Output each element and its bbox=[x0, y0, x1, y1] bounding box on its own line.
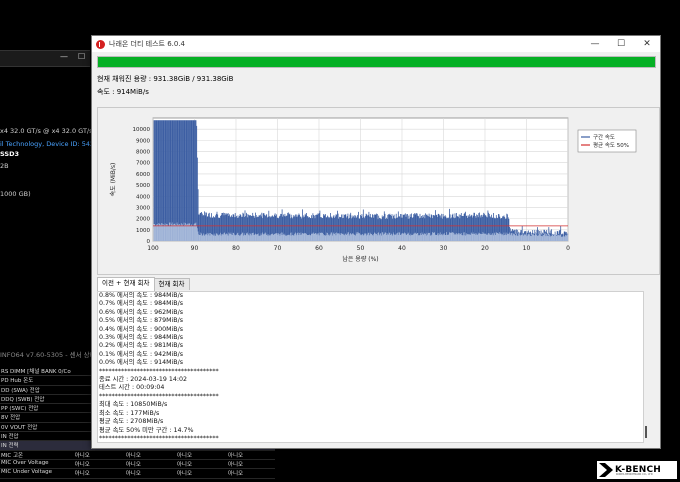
sensor-label: MIC 고온 bbox=[1, 452, 24, 459]
log-line: 0.6% 에서의 속도 : 962MiB/s bbox=[99, 308, 184, 316]
y-axis-label: 속도 (MiB/s) bbox=[109, 163, 117, 197]
result-log[interactable]: 0.8% 에서의 속도 : 984MiB/s 0.7% 에서의 속도 : 984M… bbox=[97, 291, 644, 443]
background-info-line: SSD3 bbox=[0, 150, 19, 158]
x-tick-label: 50 bbox=[357, 245, 365, 252]
background-sensor-caption: INFO64 v7.60-5305 - 센서 상태 bbox=[0, 351, 96, 359]
sensor-value: 아니오 bbox=[74, 461, 90, 468]
log-line: 종료 시간 : 2024-03-19 14:02 bbox=[99, 376, 188, 384]
background-maximize-button[interactable]: ☐ bbox=[78, 52, 85, 61]
x-tick-label: 100 bbox=[147, 245, 159, 252]
log-line: 최소 속도 : 177MiB/s bbox=[99, 409, 160, 417]
background-window-strip bbox=[0, 50, 90, 67]
log-line: 0.7% 에서의 속도 : 984MiB/s bbox=[99, 300, 184, 308]
log-line: 0.1% 에서의 속도 : 942MiB/s bbox=[99, 350, 184, 358]
background-sensor-row[interactable]: MIC 고온 아니오 아니오 아니오 아니오 bbox=[0, 451, 275, 460]
x-tick-label: 70 bbox=[274, 245, 282, 252]
y-tick-label: 7000 bbox=[136, 161, 150, 167]
sensor-label: MIC Under Voltage bbox=[1, 469, 52, 476]
dirty-test-window: 나래온 더티 테스트 6.0.4 — ☐ ✕ 현재 채워진 용량 : 931.3… bbox=[91, 35, 661, 449]
sensor-value: 아니오 bbox=[176, 461, 193, 468]
sensor-label: 8V 전압 bbox=[1, 415, 21, 422]
log-line: ************************************** bbox=[99, 392, 219, 400]
sensor-label: MIC Over Voltage bbox=[1, 459, 49, 466]
sensor-label: 0V VOUT 전압 bbox=[1, 424, 38, 431]
y-tick-label: 1000 bbox=[136, 228, 150, 234]
log-line: 평균 속도 50% 미만 구간 : 14.7% bbox=[99, 426, 194, 434]
y-tick-label: 2000 bbox=[136, 217, 150, 223]
log-line: 0.0% 에서의 속도 : 914MiB/s bbox=[99, 359, 184, 367]
x-tick-label: 20 bbox=[481, 245, 489, 252]
sensor-value: 아니오 bbox=[227, 452, 244, 459]
background-info-line: x4 32.0 GT/s @ x4 32.0 GT/s) bbox=[0, 127, 96, 135]
log-line: ************************************** bbox=[99, 367, 219, 375]
y-tick-label: 9000 bbox=[136, 138, 150, 144]
log-line: 최대 속도 : 10850MiB/s bbox=[99, 401, 168, 409]
sensor-label: PP (SWC) 전압 bbox=[1, 406, 39, 413]
written-capacity-label: 현재 채워진 용량 : 931.38GiB / 931.38GiB bbox=[97, 75, 234, 83]
minimize-button[interactable]: — bbox=[582, 36, 608, 52]
x-tick-label: 10 bbox=[523, 245, 531, 252]
background-sensor-row[interactable]: MIC Under Voltage 아니오 아니오 아니오 아니오 bbox=[0, 469, 275, 479]
log-tabs: 이전 + 현재 회차 현재 회차 bbox=[97, 277, 190, 292]
maximize-button[interactable]: ☐ bbox=[608, 36, 634, 52]
sensor-value: 아니오 bbox=[125, 471, 141, 478]
log-line: 테스트 시간 : 00:09:04 bbox=[99, 384, 165, 392]
sensor-value: 아니오 bbox=[74, 452, 90, 459]
sensor-label: DDQ (SWB) 전압 bbox=[1, 396, 45, 403]
sensor-value: 아니오 bbox=[125, 461, 141, 468]
sensor-value: 아니오 bbox=[176, 452, 193, 459]
close-button[interactable]: ✕ bbox=[634, 36, 660, 52]
background-info-line: 1000 GB) bbox=[0, 190, 31, 198]
log-line: 0.2% 에서의 속도 : 981MiB/s bbox=[99, 342, 184, 350]
y-tick-label: 10000 bbox=[133, 127, 151, 133]
window-title: 나래온 더티 테스트 6.0.4 bbox=[109, 40, 186, 48]
background-minimize-button[interactable]: — bbox=[60, 52, 68, 61]
x-tick-label: 40 bbox=[398, 245, 406, 252]
x-tick-label: 60 bbox=[315, 245, 323, 252]
title-bar[interactable]: 나래온 더티 테스트 6.0.4 — ☐ ✕ bbox=[92, 36, 660, 52]
sensor-value: 아니오 bbox=[176, 471, 193, 478]
log-line: 0.4% 에서의 속도 : 900MiB/s bbox=[99, 325, 184, 333]
x-tick-label: 0 bbox=[566, 245, 570, 252]
legend-label: 구간 속도 bbox=[593, 133, 615, 141]
sensor-label: IN 전력 bbox=[1, 443, 19, 450]
tab-previous-and-current[interactable]: 이전 + 현재 회차 bbox=[97, 277, 155, 292]
background-sensor-row[interactable]: MIC Over Voltage 아니오 아니오 아니오 아니오 bbox=[0, 459, 275, 470]
x-tick-label: 80 bbox=[232, 245, 240, 252]
y-tick-label: 4000 bbox=[136, 194, 150, 200]
kbench-logo: K-BENCH KOREA BENCHMARK CO., LTD bbox=[597, 461, 677, 479]
tab-current[interactable]: 현재 회차 bbox=[153, 278, 190, 290]
sensor-label: PD Hub 온도 bbox=[1, 378, 34, 385]
x-tick-label: 90 bbox=[191, 245, 199, 252]
app-logo-icon bbox=[96, 39, 105, 49]
x-axis-label: 남은 용량 (%) bbox=[342, 255, 378, 263]
speed-chart-panel: 0 1000 2000 3000 4000 5000 6000 7000 8000 9000 100… bbox=[97, 107, 660, 275]
sensor-value: 아니오 bbox=[227, 461, 244, 468]
write-progress-fill bbox=[98, 57, 655, 67]
log-scrollbar[interactable] bbox=[645, 426, 647, 438]
x-tick-label: 30 bbox=[440, 245, 448, 252]
legend-label: 평균 속도 50% bbox=[593, 141, 629, 149]
log-line: 0.5% 에서의 속도 : 879MiB/s bbox=[99, 317, 184, 325]
logo-subtext: KOREA BENCHMARK CO., LTD bbox=[616, 473, 653, 476]
sensor-label: IN 전압 bbox=[1, 434, 19, 441]
write-progress-bar bbox=[97, 56, 656, 68]
log-line: ************************************** bbox=[99, 434, 219, 442]
sensor-value: 아니오 bbox=[125, 452, 141, 459]
y-tick-label: 8000 bbox=[136, 150, 150, 156]
kbench-mark-icon bbox=[599, 463, 613, 477]
background-info-line: 2B bbox=[0, 162, 9, 170]
y-tick-label: 3000 bbox=[136, 205, 150, 211]
chart-legend: 구간 속도평균 속도 50% bbox=[577, 129, 637, 153]
sensor-value: 아니오 bbox=[227, 471, 244, 478]
sensor-label: RS DIMM [채널 BANK 0/Controller1-DIM... bbox=[1, 369, 71, 375]
log-line: 평균 속도 : 2708MiB/s bbox=[99, 418, 164, 426]
sensor-label: DD (SWA) 전압 bbox=[1, 387, 40, 394]
y-tick-label: 6000 bbox=[136, 172, 150, 178]
background-info-line: il Technology, Device ID: 5428 bbox=[0, 140, 99, 148]
speed-chart: 0 1000 2000 3000 4000 5000 6000 7000 8000 9000 100… bbox=[109, 117, 637, 263]
sensor-value: 아니오 bbox=[74, 471, 90, 478]
y-tick-label: 5000 bbox=[136, 183, 150, 189]
speed-label: 속도 : 914MiB/s bbox=[97, 88, 149, 96]
